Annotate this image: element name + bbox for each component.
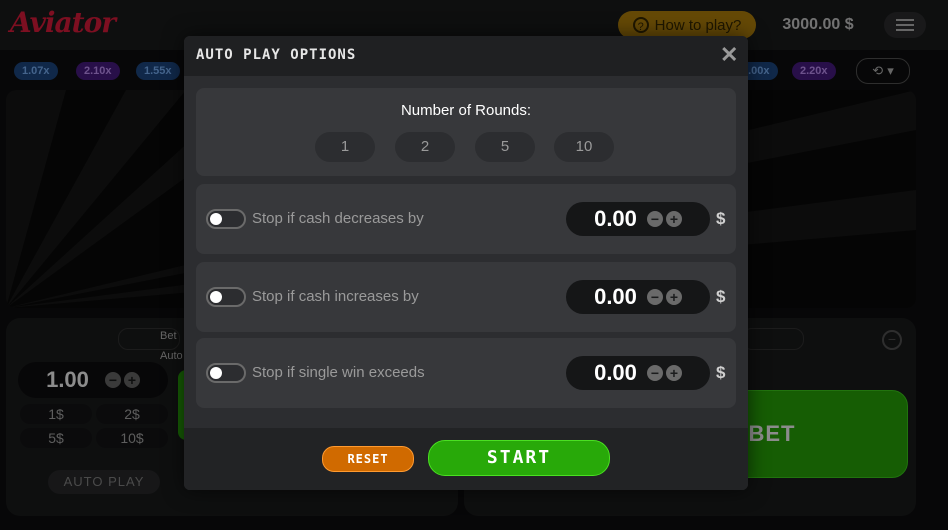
close-icon[interactable]: ✕	[720, 42, 738, 68]
round-option-2[interactable]: 2	[395, 132, 455, 162]
currency-symbol: $	[716, 287, 726, 306]
plus-icon[interactable]: +	[665, 289, 682, 305]
condition-label: Stop if single win exceeds	[252, 364, 425, 381]
cash-decrease-input[interactable]: 0.00 − +	[566, 202, 710, 236]
condition-value: 0.00	[594, 284, 637, 309]
condition-row: Stop if single win exceeds 0.00 − + $	[196, 338, 736, 408]
auto-play-options-modal: AUTO PLAY OPTIONS ✕ Number of Rounds: 1 …	[184, 36, 748, 490]
condition-label: Stop if cash decreases by	[252, 210, 424, 227]
round-option-1[interactable]: 1	[315, 132, 375, 162]
currency-symbol: $	[716, 363, 726, 382]
reset-button[interactable]: RESET	[322, 446, 414, 472]
condition-label: Stop if cash increases by	[252, 288, 419, 305]
currency-symbol: $	[716, 209, 726, 228]
condition-row: Stop if cash increases by 0.00 − + $	[196, 262, 736, 332]
single-win-toggle[interactable]	[206, 363, 246, 383]
round-option-10[interactable]: 10	[554, 132, 614, 162]
plus-icon[interactable]: +	[665, 365, 682, 381]
minus-icon[interactable]: −	[646, 365, 663, 381]
cash-increase-toggle[interactable]	[206, 287, 246, 307]
start-button[interactable]: START	[428, 440, 610, 476]
minus-icon[interactable]: −	[646, 211, 663, 227]
cash-increase-input[interactable]: 0.00 − +	[566, 280, 710, 314]
modal-title: AUTO PLAY OPTIONS	[196, 47, 357, 63]
condition-value: 0.00	[594, 360, 637, 385]
round-option-5[interactable]: 5	[475, 132, 535, 162]
condition-row: Stop if cash decreases by 0.00 − + $	[196, 184, 736, 254]
plus-icon[interactable]: +	[665, 211, 682, 227]
single-win-input[interactable]: 0.00 − +	[566, 356, 710, 390]
minus-icon[interactable]: −	[646, 289, 663, 305]
rounds-title: Number of Rounds:	[400, 102, 532, 119]
rounds-section: Number of Rounds: 1 2 5 10	[196, 88, 736, 176]
condition-value: 0.00	[594, 206, 637, 231]
cash-decrease-toggle[interactable]	[206, 209, 246, 229]
